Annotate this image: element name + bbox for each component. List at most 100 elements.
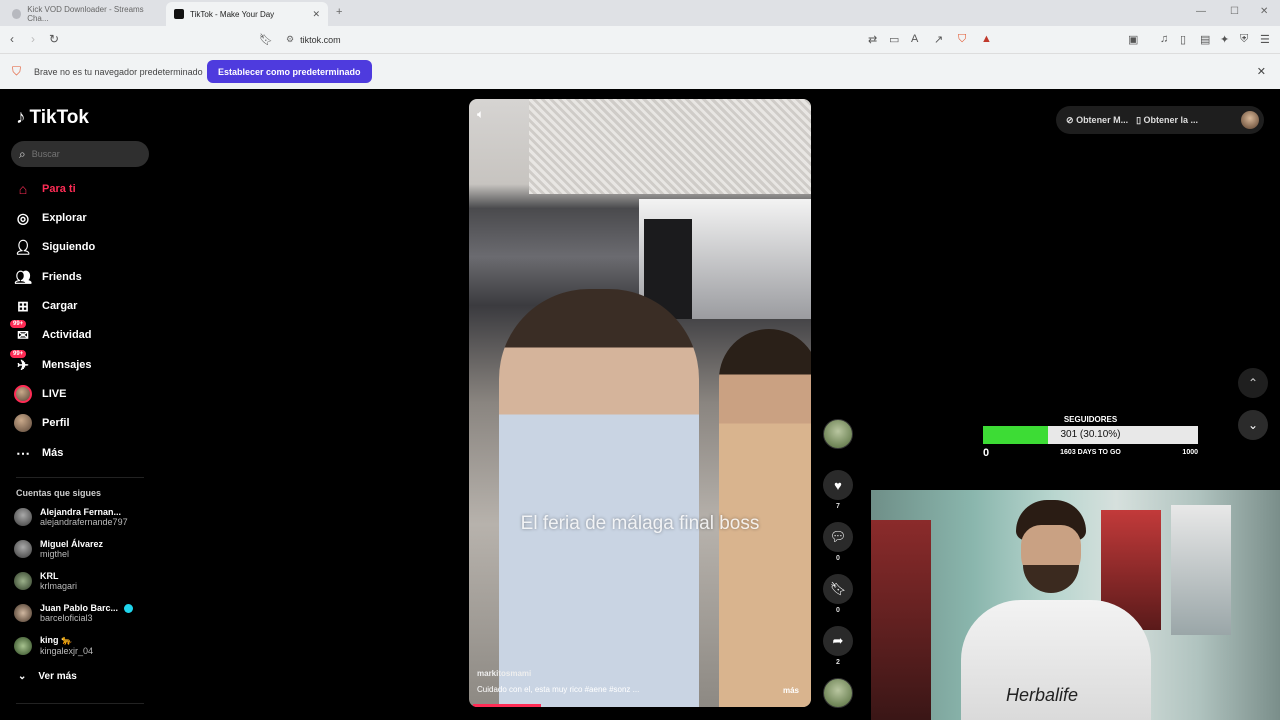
sound-avatar[interactable] [821, 678, 855, 708]
save-count: 0 [836, 607, 840, 614]
nav-mensajes[interactable]: ✈ 99+ Mensajes [10, 350, 92, 375]
account-username: migthel [40, 549, 70, 559]
brave-rewards-icon[interactable]: ▲ [981, 33, 992, 45]
nav-mas[interactable]: ⋯ Más [14, 443, 63, 463]
video-caption: El feria de málaga final boss [520, 513, 760, 534]
following-account[interactable]: KRL krlmagari [14, 571, 77, 591]
nav-label: Para ti [42, 183, 76, 195]
infobar-message: Brave no es tu navegador predeterminado [34, 67, 203, 77]
account-username: barceloficial3 [40, 613, 93, 624]
menu-icon[interactable]: ☰ [1260, 33, 1270, 46]
nav-label: Cargar [42, 300, 78, 312]
following-account[interactable]: king 🐆 kingalexjr_04 [14, 635, 93, 656]
webcam-overlay: Herbalife [871, 490, 1280, 720]
avatar[interactable] [1241, 111, 1259, 129]
close-window-icon[interactable]: ✕ [1260, 6, 1268, 17]
nav-perfil[interactable]: Perfil [14, 413, 70, 433]
site-settings-icon[interactable]: ⚙ [286, 34, 294, 45]
nav-cargar[interactable]: ⊞ Cargar [14, 296, 77, 316]
reload-icon[interactable]: ↻ [49, 32, 59, 46]
tab-label: Kick VOD Downloader - Streams Cha... [27, 5, 144, 23]
share-button[interactable]: ➦ 2 [821, 626, 855, 666]
video-description: Cuidado con el, esta muy rico #aene #son… [477, 685, 640, 694]
tiktok-page: ♪ TikTok ⌕ ⌂ Para ti ◎ Explorar 👤︎ Sigui… [0, 89, 1280, 720]
minimize-icon[interactable]: — [1196, 6, 1206, 17]
nav-label: Actividad [42, 329, 92, 341]
new-tab-icon[interactable]: + [336, 6, 342, 18]
more-icon: ⋯ [16, 444, 30, 461]
tiktok-favicon-icon [174, 9, 184, 19]
get-app-button[interactable]: ▯ Obtener la ... [1136, 115, 1198, 126]
account-name: Alejandra Fernan... [40, 507, 122, 517]
video-player[interactable]: 🔈︎ El feria de málaga final boss markito… [469, 99, 811, 707]
brave-shield-icon[interactable]: ⛉ [958, 33, 966, 46]
goal-max: 1000 [1182, 449, 1198, 456]
search-input[interactable] [31, 149, 132, 159]
nav-label: Explorar [42, 212, 87, 224]
close-infobar-icon[interactable]: ✕ [1257, 65, 1266, 78]
forward-icon[interactable]: › [31, 32, 35, 46]
profile-icon [14, 414, 32, 432]
cast-icon[interactable]: ▭ [889, 33, 899, 46]
account-username: alejandrafernande797 [40, 517, 128, 527]
home-icon: ⌂ [18, 181, 28, 197]
avatar [14, 604, 32, 623]
see-more-description[interactable]: más [783, 686, 799, 695]
nav-friends[interactable]: 👥︎ Friends [14, 267, 82, 287]
nav-siguiendo[interactable]: 👤︎ Siguiendo [14, 237, 95, 257]
nav-para-ti[interactable]: ⌂ Para ti [14, 179, 76, 199]
url-field[interactable]: ⚙ tiktok.com [286, 34, 341, 45]
see-more-button[interactable]: ⌄ Ver más [18, 671, 77, 682]
share-icon[interactable]: ↗ [934, 33, 943, 46]
tab-tiktok[interactable]: TikTok - Make Your Day ✕ [166, 2, 328, 26]
language-icon[interactable]: A [911, 33, 918, 45]
avatar [14, 540, 32, 558]
save-button[interactable]: 🔖︎ 0 [821, 574, 855, 614]
nav-live[interactable]: LIVE [14, 384, 66, 404]
browser-tab-bar: Kick VOD Downloader - Streams Cha... Tik… [0, 0, 1280, 26]
sidebar-toggle-icon[interactable]: ▣ [1128, 33, 1138, 46]
creator-avatar[interactable] [821, 419, 855, 449]
bookmark-icon[interactable]: 🔖︎ [259, 33, 273, 46]
set-default-button[interactable]: Establecer como predeterminado [207, 60, 372, 83]
share-count: 2 [836, 659, 840, 666]
video-progress-bar[interactable] [473, 704, 542, 707]
like-button[interactable]: ♥ 7 [821, 470, 855, 510]
search-icon: ⌕ [19, 146, 26, 161]
like-count: 7 [836, 503, 840, 510]
following-account[interactable]: Miguel Álvarez migthel [14, 539, 103, 559]
get-app-label: Obtener la ... [1143, 114, 1199, 125]
bookmark-icon: 🔖︎ [823, 574, 853, 604]
volume-icon[interactable]: 🔈︎ [477, 107, 484, 122]
next-video-button[interactable]: ⌄ [1238, 410, 1268, 440]
get-coins-button[interactable]: ⊘ Obtener M... [1066, 115, 1128, 126]
music-icon[interactable]: ♫ [1160, 33, 1168, 45]
following-section-title: Cuentas que sigues [16, 488, 102, 498]
tiktok-logo[interactable]: ♪ TikTok [16, 107, 89, 129]
following-account[interactable]: Alejandra Fernan... alejandrafernande797 [14, 507, 128, 527]
tab-kick[interactable]: Kick VOD Downloader - Streams Cha... [4, 2, 164, 26]
following-account[interactable]: Juan Pablo Barc... barceloficial3 [14, 603, 134, 624]
search-box[interactable]: ⌕ [11, 141, 149, 167]
video-author[interactable]: markitosmami [477, 669, 531, 678]
coin-icon: ⊘ [1066, 114, 1074, 125]
previous-video-button[interactable]: ⌃ [1238, 368, 1268, 398]
goal-title: SEGUIDORES [1063, 415, 1118, 424]
nav-actividad[interactable]: ✉ 99+ Actividad [10, 320, 92, 345]
sidebar: ♪ TikTok ⌕ ⌂ Para ti ◎ Explorar 👤︎ Sigui… [0, 89, 160, 720]
wallet-icon[interactable]: ▤ [1200, 33, 1210, 46]
translate-icon[interactable]: ⇄ [868, 33, 877, 46]
nav-label: Mensajes [42, 359, 92, 371]
comment-button[interactable]: 💬︎ 0 [821, 522, 855, 562]
nav-explorar[interactable]: ◎ Explorar [14, 208, 87, 228]
avatar [14, 508, 32, 526]
leo-ai-icon[interactable]: ✦ [1220, 33, 1229, 46]
maximize-icon[interactable]: ☐ [1230, 6, 1239, 17]
reading-list-icon[interactable]: ▯ [1180, 33, 1186, 46]
vpn-icon[interactable]: ⛨ [1240, 33, 1248, 46]
comment-count: 0 [836, 555, 840, 562]
back-icon[interactable]: ‹ [10, 32, 14, 46]
following-icon: 👤︎ [14, 238, 32, 255]
close-tab-icon[interactable]: ✕ [312, 9, 320, 20]
goal-bar: 301 (30.10%) 0 1603 DAYS TO GO 1000 [983, 426, 1198, 459]
